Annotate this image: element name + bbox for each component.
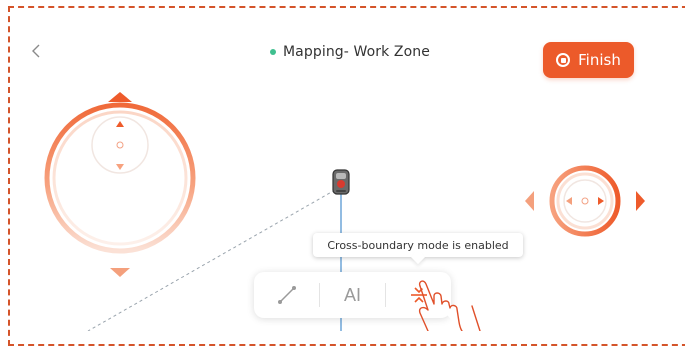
finish-button-label: Finish bbox=[578, 51, 621, 69]
left-joystick[interactable] bbox=[40, 90, 200, 280]
page-title-text: Mapping- Work Zone bbox=[283, 44, 430, 60]
finish-button[interactable]: Finish bbox=[543, 42, 634, 78]
right-joystick[interactable] bbox=[522, 164, 648, 238]
ai-tool-label: AI bbox=[343, 284, 361, 305]
back-icon[interactable] bbox=[30, 44, 42, 58]
page-title: Mapping- Work Zone bbox=[270, 42, 430, 62]
stop-icon bbox=[556, 53, 571, 67]
joystick-right-arrow-icon bbox=[636, 191, 645, 211]
ai-tool-button[interactable]: AI bbox=[320, 272, 385, 318]
line-tool-button[interactable] bbox=[254, 272, 319, 318]
robot-mower-icon bbox=[332, 169, 350, 195]
line-icon bbox=[277, 286, 296, 304]
joystick-left-arrow-icon bbox=[525, 191, 534, 211]
joystick-down-arrow-icon bbox=[110, 268, 130, 277]
tooltip-text: Cross-boundary mode is enabled bbox=[327, 238, 509, 252]
status-dot-icon bbox=[270, 49, 276, 55]
joystick-up-arrow-icon bbox=[108, 92, 132, 102]
cross-boundary-tooltip: Cross-boundary mode is enabled bbox=[313, 233, 523, 257]
hand-pointer-icon bbox=[418, 280, 481, 331]
